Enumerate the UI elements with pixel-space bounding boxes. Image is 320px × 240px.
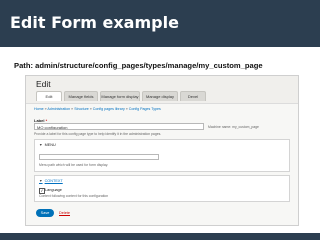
language-checkbox-description: Context following context for this confi… [39, 194, 109, 198]
menu-legend[interactable]: ▼ MENU [39, 143, 56, 147]
context-legend-text: CONTEXT [44, 179, 63, 183]
tab-bar: Edit Manage fields Manage form display M… [36, 91, 206, 101]
context-legend[interactable]: ▼ CONTEXT [39, 179, 63, 183]
page-title: Edit [36, 79, 51, 89]
admin-screenshot: Edit Edit Manage fields Manage form disp… [25, 75, 299, 226]
label-input[interactable]: MO configuration [34, 123, 204, 130]
checkmark-icon: ✓ [40, 188, 44, 193]
slide-header-bar: Edit Form example [0, 0, 320, 47]
breadcrumb-config-pages-types[interactable]: Config Pages Types [129, 107, 161, 111]
menu-path-input[interactable] [39, 154, 159, 160]
breadcrumb-administration[interactable]: Administration [47, 107, 70, 111]
tab-edit[interactable]: Edit [36, 91, 62, 101]
breadcrumb-structure[interactable]: Structure [74, 107, 89, 111]
caret-down-icon: ▼ [39, 143, 43, 147]
menu-legend-text: MENU [44, 143, 56, 147]
breadcrumb: Home » Administration » Structure » Conf… [34, 107, 161, 111]
context-fieldset: ▼ CONTEXT ✓ Language Context following co… [34, 175, 290, 202]
delete-link[interactable]: Delete [59, 211, 70, 215]
tab-devel[interactable]: Devel [180, 91, 206, 101]
label-field-description: Provide a label for this config page typ… [34, 132, 162, 136]
machine-name-text: Machine name: my_custom_page [208, 125, 259, 129]
breadcrumb-config-pages-library[interactable]: Config pages library [93, 107, 125, 111]
slide-title: Edit Form example [10, 13, 179, 32]
language-checkbox-label: Language [45, 188, 62, 192]
tab-manage-display[interactable]: Manage display [142, 91, 178, 101]
tab-manage-fields[interactable]: Manage fields [64, 91, 98, 101]
tab-manage-form-display[interactable]: Manage form display [100, 91, 140, 101]
save-button[interactable]: Save [36, 209, 54, 217]
menu-fieldset: ▼ MENU Menu path which will be used for f… [34, 139, 290, 172]
breadcrumb-home[interactable]: Home [34, 107, 44, 111]
page-title-bar: Edit Edit Manage fields Manage form disp… [26, 76, 298, 104]
caret-down-icon: ▼ [39, 179, 43, 183]
path-caption: Path: admin/structure/config_pages/types… [14, 61, 263, 70]
menu-path-description: Menu path which will be used for form di… [39, 163, 109, 167]
slide-footer-bar [0, 233, 320, 240]
